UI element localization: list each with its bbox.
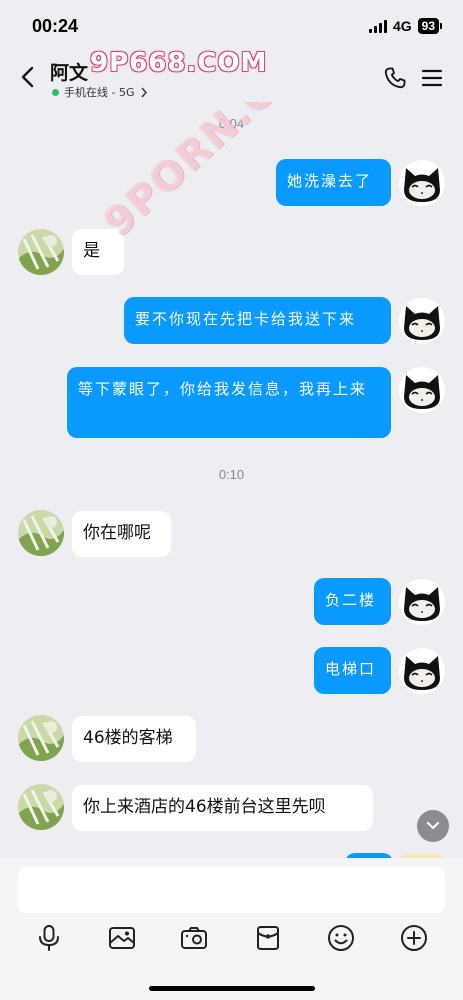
contact-name[interactable]: 阿文 <box>50 58 88 85</box>
plus-icon <box>401 925 427 951</box>
cat-avatar-icon <box>399 367 445 413</box>
message-incoming[interactable]: 46楼的客梯 <box>72 716 196 762</box>
my-avatar[interactable] <box>399 160 445 206</box>
message-outgoing[interactable]: 要不你现在先把卡给我送下来 <box>124 297 391 344</box>
online-status[interactable]: 手机在线 - 5G <box>52 84 148 100</box>
message-list[interactable]: 0:04 她洗澡去了 是 要不你现在先把卡给我送下来 等下蒙眼了，你给我发信息，… <box>0 102 463 858</box>
watermark-text: 9P668.COM <box>90 48 268 78</box>
camera-icon <box>181 927 207 949</box>
phone-icon <box>384 67 406 89</box>
red-packet-button[interactable] <box>252 922 284 954</box>
menu-icon <box>421 69 443 87</box>
emoji-button[interactable] <box>325 922 357 954</box>
cat-avatar-icon <box>399 160 445 206</box>
timestamp: 0:10 <box>218 467 245 482</box>
my-avatar[interactable] <box>399 367 445 413</box>
message-outgoing[interactable]: 电梯口 <box>314 647 391 694</box>
contact-photo-icon <box>18 784 64 830</box>
status-time: 00:24 <box>32 16 79 36</box>
message-incoming[interactable]: 是 <box>72 229 124 275</box>
chevron-down-icon <box>426 821 440 830</box>
emoji-icon <box>328 925 354 951</box>
contact-photo-icon <box>18 715 64 761</box>
chevron-left-icon <box>21 66 34 88</box>
more-button[interactable] <box>398 922 430 954</box>
voice-button[interactable] <box>33 922 65 954</box>
contact-photo-icon <box>18 229 64 275</box>
scroll-to-bottom-button[interactable] <box>417 810 449 842</box>
message-incoming[interactable]: 你在哪呢 <box>72 511 171 557</box>
contact-avatar[interactable] <box>18 229 64 275</box>
my-avatar[interactable] <box>399 648 445 694</box>
message-outgoing[interactable]: 她洗澡去了 <box>276 159 391 206</box>
contact-avatar[interactable] <box>18 784 64 830</box>
cat-avatar-icon <box>399 298 445 344</box>
message-outgoing[interactable]: 负二楼 <box>314 578 391 625</box>
menu-button[interactable] <box>421 68 443 88</box>
back-button[interactable] <box>16 64 38 90</box>
photo-button[interactable] <box>106 922 138 954</box>
cat-avatar-icon <box>399 648 445 694</box>
chat-header: 阿文 9P668.COM 手机在线 - 5G <box>0 48 463 102</box>
composer <box>0 858 463 1000</box>
my-avatar[interactable] <box>399 579 445 625</box>
contact-avatar[interactable] <box>18 510 64 556</box>
contact-photo-icon <box>18 510 64 556</box>
message-outgoing[interactable]: 等下蒙眼了，你给我发信息，我再上来 <box>67 367 391 438</box>
contact-avatar[interactable] <box>18 715 64 761</box>
timestamp: 0:04 <box>218 116 245 131</box>
call-button[interactable] <box>383 66 407 90</box>
status-bar: 00:24 4G 93 <box>0 0 463 52</box>
microphone-icon <box>39 925 59 951</box>
network-type: 4G <box>392 18 412 34</box>
online-status-text: 手机在线 - 5G <box>64 86 135 99</box>
status-right: 4G 93 <box>368 18 443 34</box>
composer-toolbar <box>0 922 463 954</box>
camera-button[interactable] <box>178 922 210 954</box>
message-incoming[interactable]: 你上来酒店的46楼前台这里先呗 <box>72 785 373 831</box>
battery-icon: 93 <box>417 18 443 34</box>
my-avatar[interactable] <box>399 298 445 344</box>
red-packet-icon <box>257 926 279 950</box>
signal-icon <box>368 19 387 33</box>
message-input[interactable] <box>18 867 445 913</box>
cat-avatar-icon <box>399 579 445 625</box>
online-dot-icon <box>52 88 59 96</box>
home-indicator[interactable] <box>149 986 315 991</box>
chevron-right-icon <box>140 87 147 97</box>
image-icon <box>109 927 135 949</box>
